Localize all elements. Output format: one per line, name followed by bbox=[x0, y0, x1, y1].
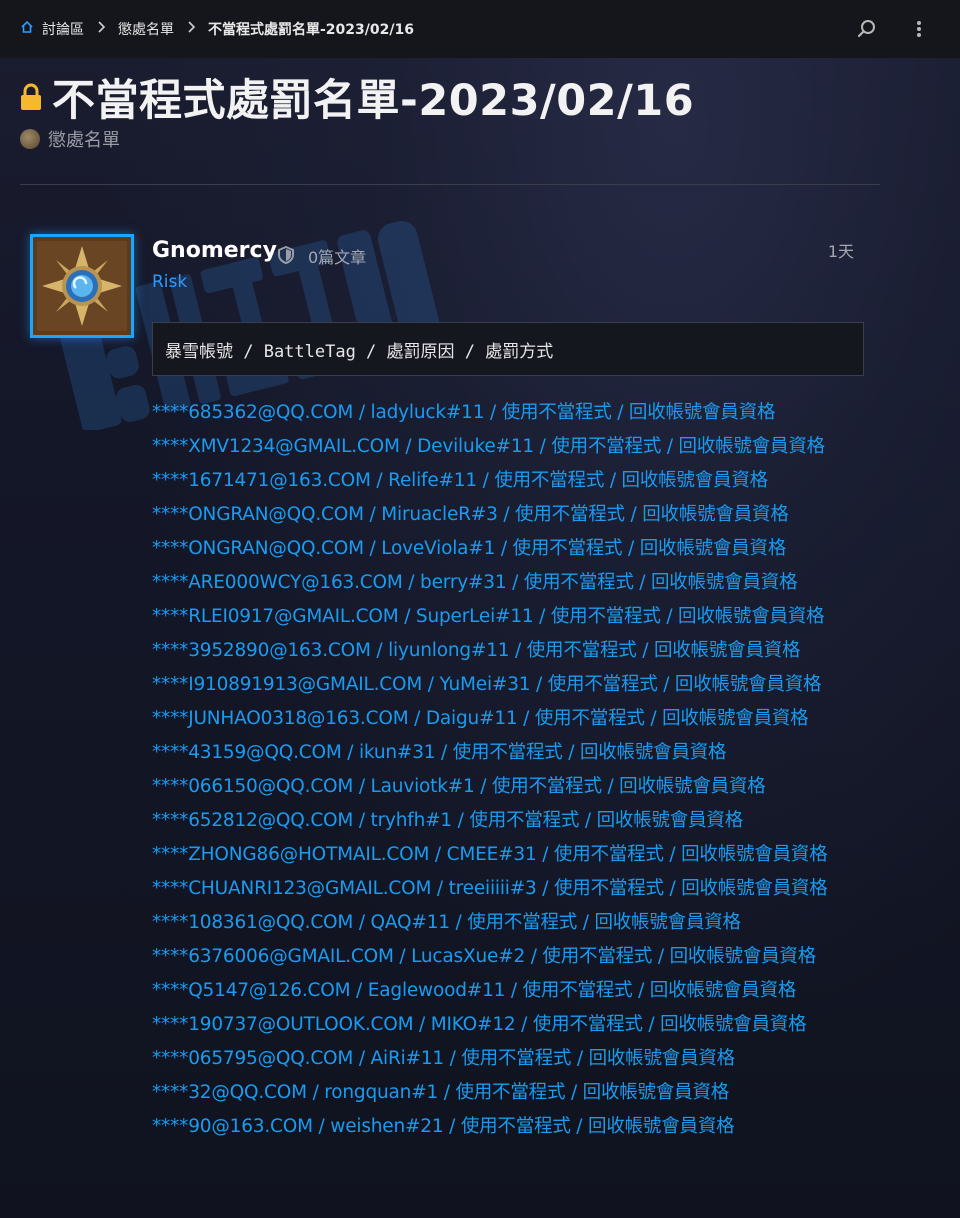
hearthstone-emblem-icon bbox=[37, 241, 127, 331]
avatar[interactable] bbox=[30, 234, 134, 338]
more-vertical-icon[interactable] bbox=[908, 18, 930, 40]
post-count: 0篇文章 bbox=[308, 248, 367, 267]
page-title: 不當程式處罰名單-2023/02/16 bbox=[52, 76, 695, 126]
list-item: ****066150@QQ.COM / Lauviotk#1 / 使用不當程式 … bbox=[152, 776, 766, 797]
search-icon[interactable] bbox=[856, 18, 878, 40]
list-item: ****ZHONG86@HOTMAIL.COM / CMEE#31 / 使用不當… bbox=[152, 844, 828, 865]
post-author-name[interactable]: Gnomercy bbox=[152, 238, 277, 263]
list-item: ****685362@QQ.COM / ladyluck#11 / 使用不當程式… bbox=[152, 402, 776, 423]
list-item: ****I910891913@GMAIL.COM / YuMei#31 / 使用… bbox=[152, 674, 822, 695]
list-item: ****652812@QQ.COM / tryhfh#1 / 使用不當程式 / … bbox=[152, 810, 743, 831]
penalty-list: ****685362@QQ.COM / ladyluck#11 / 使用不當程式… bbox=[152, 396, 868, 1144]
list-item: ****CHUANRI123@GMAIL.COM / treeiiiii#3 /… bbox=[152, 878, 828, 899]
breadcrumb-item-category[interactable]: 懲處名單 bbox=[118, 19, 174, 39]
divider bbox=[20, 184, 880, 185]
list-item: ****RLEI0917@GMAIL.COM / SuperLei#11 / 使… bbox=[152, 606, 825, 627]
list-item: ****6376006@GMAIL.COM / LucasXue#2 / 使用不… bbox=[152, 946, 817, 967]
list-item: ****1671471@163.COM / Relife#11 / 使用不當程式… bbox=[152, 470, 768, 491]
chevron-right-icon bbox=[186, 21, 196, 37]
list-item: ****190737@OUTLOOK.COM / MIKO#12 / 使用不當程… bbox=[152, 1014, 807, 1035]
list-item: ****108361@QQ.COM / QAQ#11 / 使用不當程式 / 回收… bbox=[152, 912, 741, 933]
breadcrumb-item-topic[interactable]: 不當程式處罰名單-2023/02/16 bbox=[208, 19, 414, 39]
topic-header: 不當程式處罰名單-2023/02/16 bbox=[20, 66, 694, 128]
list-item: ****ONGRAN@QQ.COM / LoveViola#1 / 使用不當程式… bbox=[152, 538, 787, 559]
list-item: ****43159@QQ.COM / ikun#31 / 使用不當程式 / 回收… bbox=[152, 742, 727, 763]
list-item: ****32@QQ.COM / rongquan#1 / 使用不當程式 / 回收… bbox=[152, 1082, 730, 1103]
top-bar: 討論區 懲處名單 不當程式處罰名單-2023/02/16 bbox=[0, 0, 960, 58]
list-item: ****065795@QQ.COM / AiRi#11 / 使用不當程式 / 回… bbox=[152, 1048, 735, 1069]
user-title: Risk bbox=[152, 272, 188, 292]
list-item: ****JUNHAO0318@163.COM / Daigu#11 / 使用不當… bbox=[152, 708, 809, 729]
list-item: ****XMV1234@GMAIL.COM / Deviluke#11 / 使用… bbox=[152, 436, 825, 457]
category-label: 懲處名單 bbox=[48, 130, 120, 151]
category-badge[interactable]: 懲處名單 bbox=[20, 126, 120, 152]
chevron-right-icon bbox=[96, 21, 106, 37]
shield-icon bbox=[278, 246, 294, 264]
post-timestamp[interactable]: 1天 bbox=[828, 238, 854, 262]
code-block-header: 暴雪帳號 / BattleTag / 處罰原因 / 處罰方式 bbox=[152, 322, 864, 376]
home-icon[interactable] bbox=[20, 20, 34, 38]
list-item: ****Q5147@126.COM / Eaglewood#11 / 使用不當程… bbox=[152, 980, 797, 1001]
breadcrumb-item-forum[interactable]: 討論區 bbox=[42, 19, 84, 39]
list-item: ****3952890@163.COM / liyunlong#11 / 使用不… bbox=[152, 640, 801, 661]
category-icon bbox=[20, 129, 40, 149]
list-item: ****ARE000WCY@163.COM / berry#31 / 使用不當程… bbox=[152, 572, 798, 593]
list-item: ****90@163.COM / weishen#21 / 使用不當程式 / 回… bbox=[152, 1116, 735, 1137]
list-item: ****ONGRAN@QQ.COM / MiruacleR#3 / 使用不當程式… bbox=[152, 504, 789, 525]
breadcrumb: 討論區 懲處名單 不當程式處罰名單-2023/02/16 bbox=[20, 19, 414, 39]
lock-icon bbox=[21, 83, 41, 110]
